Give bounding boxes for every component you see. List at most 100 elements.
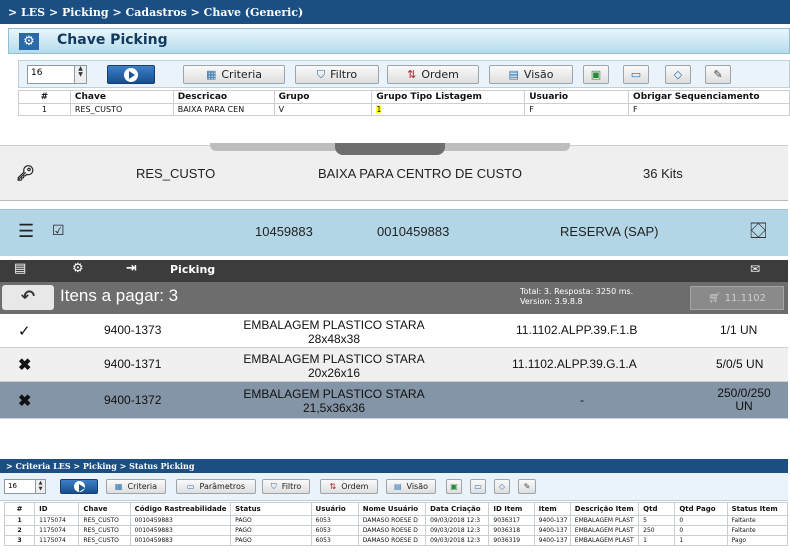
settings-button[interactable]: ✎	[705, 65, 731, 84]
cell: RES_CUSTO	[78, 535, 131, 546]
settings-button[interactable]: ✎	[518, 479, 536, 494]
run-button[interactable]	[60, 479, 98, 494]
run-button[interactable]	[107, 65, 155, 84]
criteria-button[interactable]: ▦ Criteria	[106, 479, 166, 494]
list-item[interactable]: ✓ 9400-1373 EMBALAGEM PLASTICO STARA 28x4…	[0, 314, 788, 348]
table-header-row: # ID Chave Código Rastreabilidade Status…	[3, 502, 789, 516]
col-header[interactable]: Descrição Item	[569, 502, 640, 516]
item-location: -	[580, 393, 584, 407]
col-header[interactable]: Data Criação	[425, 502, 490, 516]
col-header[interactable]: Status Item	[726, 502, 789, 516]
chave-card[interactable]: 🔑︎ RES_CUSTO BAIXA PARA CENTRO DE CUSTO …	[0, 143, 788, 201]
col-header[interactable]: Item	[533, 502, 571, 516]
table-row[interactable]: 2 1175074 RES_CUSTO 0010459883 PAGO 6053 DAMAS…	[3, 525, 789, 536]
col-header[interactable]: Obrigar Sequenciamento	[628, 90, 790, 104]
col-header[interactable]: Chave	[78, 502, 131, 516]
back-button[interactable]: ↶	[2, 285, 54, 310]
cell: 09/03/2018 12:3	[425, 525, 490, 536]
spinner-arrows-icon[interactable]: ▲ ▼	[35, 480, 45, 493]
page-size-spinner[interactable]: 16 ▲ ▼	[27, 65, 87, 84]
cell: 9400-137	[533, 535, 571, 546]
table-row[interactable]: 1 RES_CUSTO BAIXA PARA CEN V 1 F F	[18, 103, 790, 116]
checkbox-icon[interactable]: ☑	[52, 222, 65, 239]
filtro-button[interactable]: ⛉ Filtro	[295, 65, 379, 84]
cell: PAGO	[230, 515, 312, 526]
spreadsheet-icon: ▣	[590, 68, 602, 81]
criteria-button[interactable]: ▦ Criteria	[183, 65, 285, 84]
reserva-label: RESERVA (SAP)	[560, 224, 659, 239]
col-header[interactable]: #	[3, 502, 36, 516]
col-header[interactable]: Grupo Tipo Listagem	[371, 90, 526, 104]
col-header[interactable]: Qtd	[638, 502, 676, 516]
col-header[interactable]: Chave	[69, 90, 174, 104]
visao-button[interactable]: ▤ Visão	[489, 65, 573, 84]
save-button[interactable]: ▭	[470, 479, 486, 494]
toolbar: 16 ▲ ▼ ▦ Criteria ⛉ Filtro ⇅ Ordem ▤ Visão ▣ …	[18, 60, 790, 88]
col-header[interactable]: ID Item	[488, 502, 535, 516]
spreadsheet-icon: ▣	[450, 482, 458, 491]
item-desc-line1: EMBALAGEM PLASTICO STARA	[243, 318, 425, 332]
col-header[interactable]: Usuario	[524, 90, 630, 104]
cell: EMBALAGEM PLAST	[569, 525, 640, 536]
items-count-title: Itens a pagar: 3	[60, 286, 179, 305]
status-table: # ID Chave Código Rastreabilidade Status…	[3, 502, 789, 546]
item-code: 9400-1371	[104, 357, 162, 371]
code-button[interactable]: ◇	[494, 479, 510, 494]
reserva-card[interactable]: ☰ ☑ 10459883 0010459883 RESERVA (SAP) ⛋	[0, 209, 788, 256]
key-icon: 🔑︎	[16, 165, 36, 182]
ordem-button[interactable]: ⇅ Ordem	[387, 65, 479, 84]
filtro-button[interactable]: ⛉ Filtro	[262, 479, 310, 494]
cell: EMBALAGEM PLAST	[569, 515, 640, 526]
save-button[interactable]: ▭	[623, 65, 649, 84]
page-size-spinner[interactable]: 16 ▲ ▼	[4, 479, 46, 494]
col-header[interactable]: Usuário	[310, 502, 359, 516]
cell: 6053	[310, 525, 359, 536]
spinner-arrows-icon[interactable]: ▲ ▼	[74, 66, 86, 83]
login-icon[interactable]: ⇥	[126, 261, 137, 276]
cell: RES_CUSTO	[78, 515, 131, 526]
cell: 09/03/2018 12:3	[425, 535, 490, 546]
mail-icon[interactable]: ✉	[750, 262, 760, 276]
item-code: 9400-1373	[104, 323, 162, 337]
app-title: Picking	[170, 263, 216, 276]
export-button[interactable]: ▣	[446, 479, 462, 494]
col-header[interactable]: Grupo	[273, 90, 373, 104]
item-desc-line2: 20x26x16	[307, 366, 361, 380]
parametros-button[interactable]: ▭ Parâmetros	[176, 479, 256, 494]
code-button[interactable]: ◇	[665, 65, 691, 84]
filtro-label: Filtro	[281, 482, 302, 491]
item-location: 11.1102.ALPP.39.G.1.A	[512, 357, 637, 371]
table-header-row: # Chave Descricao Grupo Grupo Tipo Lista…	[18, 90, 790, 104]
col-header[interactable]: Código Rastreabilidade	[129, 502, 232, 516]
sort-icon: ⇅	[329, 482, 337, 491]
cart-button[interactable]: 🛒︎ 11.1102	[690, 286, 784, 310]
col-header[interactable]: Descricao	[172, 90, 275, 104]
menu-icon[interactable]: ▤	[14, 261, 26, 276]
col-header[interactable]: #	[18, 90, 71, 104]
cell: Faltante	[726, 515, 789, 526]
cell: 9400-137	[533, 525, 571, 536]
col-header[interactable]: Qtd Pago	[674, 502, 728, 516]
ordem-label: Ordem	[341, 482, 369, 491]
col-header[interactable]: Nome Usuário	[357, 502, 427, 516]
gear-icon[interactable]: ⚙	[72, 261, 84, 276]
list-item[interactable]: ✖ 9400-1371 EMBALAGEM PLASTICO STARA 20x2…	[0, 348, 788, 382]
list-item-selected[interactable]: ✖ 9400-1372 EMBALAGEM PLASTICO STARA 21,5…	[0, 382, 788, 419]
filtro-label: Filtro	[330, 68, 358, 81]
ordem-button[interactable]: ⇅ Ordem	[320, 479, 378, 494]
col-header[interactable]: Status	[230, 502, 312, 516]
panel-title-bar: ⚙ Chave Picking	[8, 28, 790, 54]
cell: F	[524, 103, 630, 116]
item-desc: EMBALAGEM PLASTICO STARA 28x48x38	[234, 318, 434, 346]
cell: 6053	[310, 535, 359, 546]
kits-value: 36 Kits	[643, 166, 683, 181]
visao-button[interactable]: ▤ Visão	[386, 479, 436, 494]
cell: V	[273, 103, 373, 116]
col-header[interactable]: ID	[34, 502, 80, 516]
list-icon: ☰	[18, 221, 35, 241]
table-row[interactable]: 1 1175074 RES_CUSTO 0010459883 PAGO 6053 DAMAS…	[3, 515, 789, 526]
export-button[interactable]: ▣	[583, 65, 609, 84]
cell: 1	[638, 535, 676, 546]
table-row[interactable]: 3 1175074 RES_CUSTO 0010459883 PAGO 6053 DAMAS…	[3, 535, 789, 546]
cell: Faltante	[726, 525, 789, 536]
